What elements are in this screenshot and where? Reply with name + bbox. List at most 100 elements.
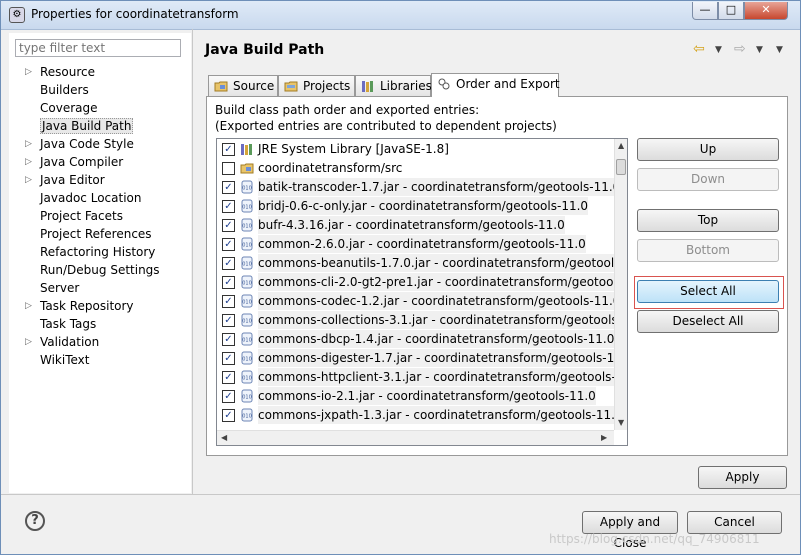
list-item[interactable]: ✓ 010 commons-httpclient-3.1.jar - coordin… <box>217 368 627 387</box>
apply-button[interactable]: Apply <box>698 466 787 489</box>
tree-item-wikitext[interactable]: WikiText <box>9 351 191 369</box>
horizontal-scrollbar[interactable]: ◀ ▶ <box>217 430 614 445</box>
tree-item-resource[interactable]: ▷ Resource <box>9 63 191 81</box>
expand-arrow-icon[interactable]: ▷ <box>25 333 32 351</box>
export-checkbox[interactable]: ✓ <box>222 371 235 384</box>
scroll-left-icon[interactable]: ◀ <box>221 433 227 442</box>
export-checkbox[interactable]: ✓ <box>222 295 235 308</box>
tab-order-and-export[interactable]: Order and Export <box>431 73 560 97</box>
down-button[interactable]: Down <box>637 168 779 191</box>
entry-label: commons-dbcp-1.4.jar - coordinatetransfo… <box>258 330 615 348</box>
export-checkbox[interactable]: ✓ <box>222 238 235 251</box>
tab-projects-label: Projects <box>303 79 351 93</box>
tab-source[interactable]: Source <box>208 75 278 96</box>
top-button[interactable]: Top <box>637 209 779 232</box>
sash-divider[interactable] <box>192 29 193 494</box>
expand-arrow-icon[interactable]: ▷ <box>25 135 32 153</box>
list-item[interactable]: ✓ 010 commons-io-2.1.jar - coordinatetrans… <box>217 387 612 406</box>
svg-text:010: 010 <box>242 186 252 192</box>
source-folder-icon <box>214 81 228 92</box>
forward-arrow-icon[interactable]: ⇨ <box>734 41 746 57</box>
tree-item-coverage[interactable]: Coverage <box>9 99 191 117</box>
tree-item-builders[interactable]: Builders <box>9 81 191 99</box>
cancel-button[interactable]: Cancel <box>687 511 782 534</box>
entry-label: commons-collections-3.1.jar - coordinate… <box>258 311 627 329</box>
jar-icon: 010 <box>240 218 254 232</box>
tree-item-java-code-style[interactable]: ▷ Java Code Style <box>9 135 191 153</box>
filter-input[interactable] <box>15 39 181 57</box>
expand-arrow-icon[interactable]: ▷ <box>25 297 32 315</box>
entry-label: commons-httpclient-3.1.jar - coordinatet… <box>258 368 627 386</box>
list-item[interactable]: ✓ 010 commons-cli-2.0-gt2-pre1.jar - coord… <box>217 273 627 292</box>
list-item[interactable]: ✓ 010 commons-beanutils-1.7.0.jar - coordi… <box>217 254 627 273</box>
up-button[interactable]: Up <box>637 138 779 161</box>
tree-item-refactoring-history[interactable]: Refactoring History <box>9 243 191 261</box>
back-dropdown-icon[interactable]: ▼ <box>715 45 722 55</box>
list-item[interactable]: ✓ 010 commons-digester-1.7.jar - coordinat… <box>217 349 627 368</box>
list-item[interactable]: ✓ JRE System Library [JavaSE-1.8] <box>217 140 612 159</box>
minimize-button[interactable]: — <box>692 2 718 20</box>
list-item[interactable]: ✓ 010 common-2.6.0.jar - coordinatetransfo… <box>217 235 612 254</box>
expand-arrow-icon[interactable]: ▷ <box>25 171 32 189</box>
export-checkbox[interactable]: ✓ <box>222 352 235 365</box>
close-button[interactable]: ✕ <box>744 2 788 20</box>
select-all-button[interactable]: Select All <box>637 280 779 303</box>
tree-item-task-tags[interactable]: Task Tags <box>9 315 191 333</box>
export-checkbox[interactable]: ✓ <box>222 181 235 194</box>
export-checkbox[interactable]: ✓ <box>222 200 235 213</box>
export-checkbox[interactable]: ✓ <box>222 390 235 403</box>
export-checkbox[interactable]: ✓ <box>222 314 235 327</box>
vertical-scrollbar[interactable]: ▲ ▼ <box>614 139 627 430</box>
tree-item-java-build-path[interactable]: Java Build Path <box>9 117 191 135</box>
tree-item-task-repository[interactable]: ▷ Task Repository <box>9 297 191 315</box>
tab-libraries[interactable]: Libraries <box>355 75 432 96</box>
list-item[interactable]: ✓ 010 commons-jxpath-1.3.jar - coordinatet… <box>217 406 623 425</box>
list-item[interactable]: ✓ 010 bridj-0.6-c-only.jar - coordinatetra… <box>217 197 612 216</box>
export-checkbox[interactable]: ✓ <box>222 409 235 422</box>
list-item[interactable]: coordinatetransform/src <box>217 159 612 178</box>
tree-item-label: Refactoring History <box>40 245 156 259</box>
watermark: https://blog.csdn.net/qq_74906811 <box>549 532 760 546</box>
scroll-thumb[interactable] <box>616 159 626 175</box>
bottom-button[interactable]: Bottom <box>637 239 779 262</box>
export-checkbox[interactable]: ✓ <box>222 333 235 346</box>
jar-icon: 010 <box>240 370 254 384</box>
list-item[interactable]: ✓ 010 commons-dbcp-1.4.jar - coordinatetra… <box>217 330 615 349</box>
tab-libraries-label: Libraries <box>380 79 432 93</box>
tree-item-java-editor[interactable]: ▷ Java Editor <box>9 171 191 189</box>
expand-arrow-icon[interactable]: ▷ <box>25 153 32 171</box>
tree-item-project-references[interactable]: Project References <box>9 225 191 243</box>
export-checkbox[interactable]: ✓ <box>222 143 235 156</box>
export-checkbox[interactable]: ✓ <box>222 276 235 289</box>
export-checkbox[interactable]: ✓ <box>222 219 235 232</box>
list-item[interactable]: ✓ 010 commons-codec-1.2.jar - coordinatetr… <box>217 292 621 311</box>
list-item[interactable]: ✓ 010 batik-transcoder-1.7.jar - coordinat… <box>217 178 621 197</box>
scroll-right-icon[interactable]: ▶ <box>601 433 607 442</box>
tree-item-project-facets[interactable]: Project Facets <box>9 207 191 225</box>
back-arrow-icon[interactable]: ⇦ <box>693 41 705 57</box>
tab-projects[interactable]: Projects <box>278 75 355 96</box>
jar-icon: 010 <box>240 332 254 346</box>
export-checkbox[interactable] <box>222 162 235 175</box>
help-icon[interactable]: ? <box>25 511 45 531</box>
tree-item-validation[interactable]: ▷ Validation <box>9 333 191 351</box>
deselect-all-button[interactable]: Deselect All <box>637 310 779 333</box>
tree-item-server[interactable]: Server <box>9 279 191 297</box>
maximize-button[interactable]: □ <box>718 2 744 20</box>
export-checkbox[interactable]: ✓ <box>222 257 235 270</box>
scroll-down-icon[interactable]: ▼ <box>618 418 624 427</box>
preference-tree-panel: ▷ Resource Builders Coverage Java Build Path… <box>9 33 191 493</box>
list-item[interactable]: ✓ 010 bufr-4.3.16.jar - coordinatetransfor… <box>217 216 612 235</box>
expand-arrow-icon[interactable]: ▷ <box>25 63 32 81</box>
scroll-up-icon[interactable]: ▲ <box>618 141 624 150</box>
forward-dropdown-icon[interactable]: ▼ <box>756 45 763 55</box>
apply-and-close-button[interactable]: Apply and Close <box>582 511 678 550</box>
tree-item-javadoc-location[interactable]: Javadoc Location <box>9 189 191 207</box>
view-menu-icon[interactable]: ▼ <box>776 45 783 55</box>
classpath-entry-list[interactable]: ✓ JRE System Library [JavaSE-1.8] coordina… <box>216 138 628 446</box>
tree-item-java-compiler[interactable]: ▷ Java Compiler <box>9 153 191 171</box>
tree-item-run-debug-settings[interactable]: Run/Debug Settings <box>9 261 191 279</box>
list-item[interactable]: ✓ 010 commons-collections-3.1.jar - coordi… <box>217 311 627 330</box>
title-bar[interactable]: ⚙ Properties for coordinatetransform — □… <box>1 1 800 30</box>
tree-item-label: Run/Debug Settings <box>40 263 160 277</box>
